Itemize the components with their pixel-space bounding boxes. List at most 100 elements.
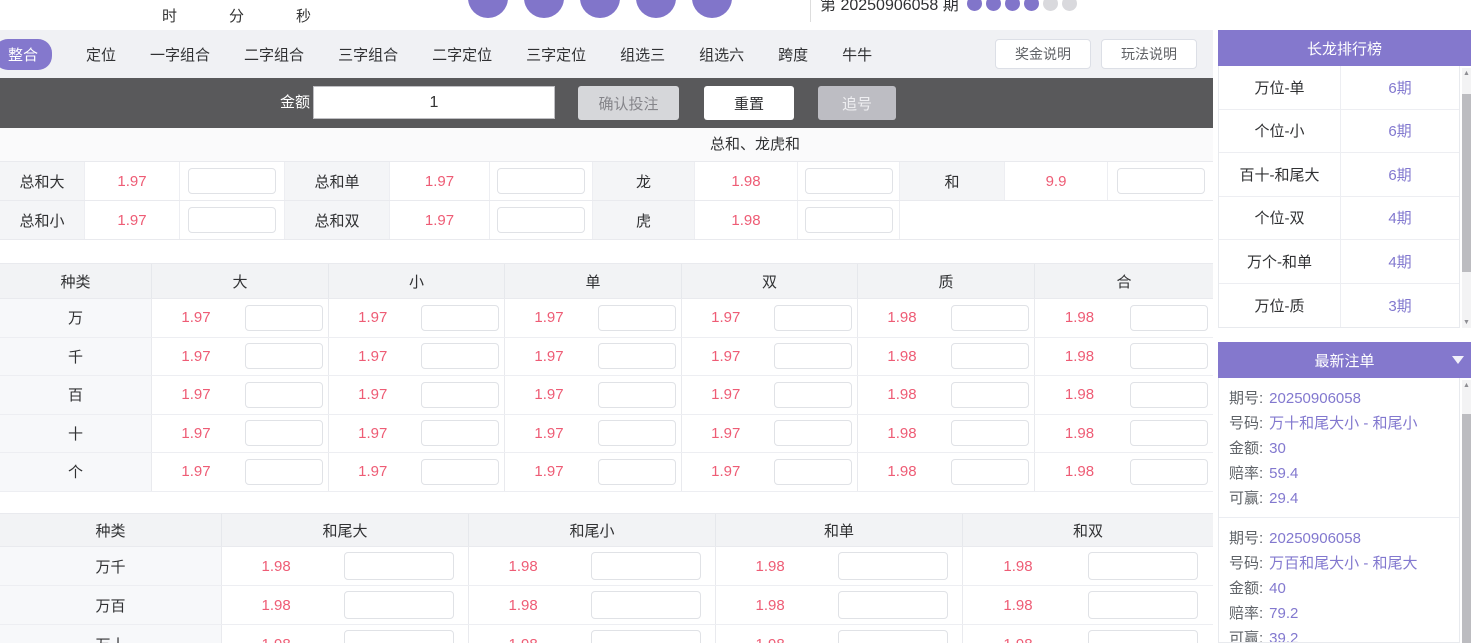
bet-amount-input[interactable] — [245, 381, 323, 408]
bet-amount-input[interactable] — [497, 168, 585, 194]
bet-amount-input[interactable] — [1129, 420, 1208, 447]
scroll-up-icon[interactable]: ▲ — [1462, 69, 1471, 78]
bet-amount-input[interactable] — [245, 420, 323, 447]
bet-amount-input[interactable] — [1116, 168, 1205, 194]
order-amount-label: 金额: — [1229, 440, 1264, 457]
bet-amount-input[interactable] — [497, 207, 585, 233]
play-tab[interactable]: 组选三 — [620, 44, 665, 65]
reset-button[interactable]: 重置 — [704, 86, 794, 120]
streak-type: 万个-和单 — [1219, 240, 1341, 283]
bet-amount-input[interactable] — [1088, 591, 1198, 619]
row-label: 千 — [0, 337, 152, 375]
bet-amount-input[interactable] — [838, 552, 949, 580]
bet-amount-input[interactable] — [188, 207, 276, 233]
odds-bet-cell: 1.98 — [222, 547, 469, 585]
bet-amount-input[interactable] — [838, 591, 949, 619]
collapse-triangle-icon[interactable] — [1452, 356, 1464, 364]
play-tab[interactable]: 牛牛 — [842, 44, 872, 65]
bet-amount-input[interactable] — [591, 552, 702, 580]
bet-amount-input[interactable] — [421, 420, 500, 447]
odds-value: 1.98 — [1064, 386, 1095, 404]
bet-amount-input[interactable] — [344, 591, 455, 619]
prize-help-button[interactable]: 奖金说明 — [995, 39, 1091, 69]
play-tab[interactable]: 组选六 — [699, 44, 744, 65]
dragon-rank-row: 万位-质 3期 — [1219, 283, 1459, 327]
bet-amount-input[interactable] — [951, 458, 1029, 485]
bet-amount-input[interactable] — [598, 458, 676, 485]
play-tab[interactable]: 三字组合 — [338, 44, 398, 65]
odds-value: 1.97 — [390, 201, 490, 239]
play-tab[interactable]: 定位 — [86, 44, 116, 65]
bet-amount-input[interactable] — [1129, 381, 1208, 408]
bet-amount-input[interactable] — [774, 420, 853, 447]
bet-amount-input[interactable] — [245, 343, 323, 370]
odds-bet-cell: 1.98 — [469, 547, 716, 585]
bet-amount-input[interactable] — [421, 304, 500, 331]
play-tab[interactable]: 一字组合 — [150, 44, 210, 65]
bet-amount-input[interactable] — [774, 381, 853, 408]
bet-amount-input[interactable] — [774, 343, 853, 370]
bet-amount-input[interactable] — [804, 207, 893, 233]
amount-input[interactable] — [313, 86, 555, 119]
dragon-scrollbar[interactable]: ▲ ▼ — [1462, 68, 1471, 328]
bet-input-cell — [490, 201, 593, 239]
bet-input-wrap — [770, 304, 858, 331]
bet-amount-input[interactable] — [421, 458, 500, 485]
play-tab[interactable]: 二字组合 — [244, 44, 304, 65]
bet-amount-input[interactable] — [951, 420, 1029, 447]
bet-amount-input[interactable] — [188, 168, 276, 194]
bet-amount-input[interactable] — [1088, 630, 1198, 643]
odds-value: 1.97 — [181, 309, 211, 327]
bet-amount-input[interactable] — [1088, 552, 1198, 580]
bet-amount-input[interactable] — [774, 458, 853, 485]
bet-input-wrap — [824, 630, 962, 643]
bet-amount-input[interactable] — [951, 381, 1029, 408]
play-tab[interactable]: 二字定位 — [432, 44, 492, 65]
scrollbar-thumb[interactable] — [1462, 414, 1471, 643]
bet-amount-input[interactable] — [591, 630, 702, 643]
orders-scrollbar[interactable]: ▲ — [1462, 380, 1471, 643]
bet-amount-input[interactable] — [421, 343, 500, 370]
bet-amount-input[interactable] — [598, 420, 676, 447]
play-tab[interactable]: 三字定位 — [526, 44, 586, 65]
bet-amount-input[interactable] — [1129, 304, 1208, 331]
bet-amount-input[interactable] — [1129, 458, 1208, 485]
odds-value: 1.98 — [508, 557, 538, 575]
bet-amount-input[interactable] — [344, 630, 455, 643]
bet-amount-input[interactable] — [245, 304, 323, 331]
latest-orders-header: 最新注单 — [1218, 342, 1471, 378]
scroll-up-icon[interactable]: ▲ — [1462, 381, 1471, 390]
dragon-rank-row: 万位-单 6期 — [1219, 66, 1459, 110]
order-number-line: 号码: 万十和尾大小 - 和尾小 — [1229, 411, 1449, 436]
bet-amount-input[interactable] — [598, 381, 676, 408]
bet-amount-input[interactable] — [591, 591, 702, 619]
confirm-bet-button[interactable]: 确认投注 — [578, 86, 679, 120]
odds-value: 1.98 — [887, 309, 917, 327]
order-amount-line: 金额: 40 — [1229, 576, 1449, 601]
odds-value: 1.97 — [181, 463, 211, 481]
odds-bet-cell: 1.97 — [505, 337, 682, 375]
play-tab[interactable]: 跨度 — [778, 44, 808, 65]
rules-help-button[interactable]: 玩法说明 — [1101, 39, 1197, 69]
odds-bet-cell: 1.98 — [469, 586, 716, 624]
chase-number-button[interactable]: 追号 — [818, 86, 896, 120]
bet-amount-input[interactable] — [598, 343, 676, 370]
bet-amount-input[interactable] — [838, 630, 949, 643]
bet-input-wrap — [417, 420, 505, 447]
bet-amount-input[interactable] — [245, 458, 323, 485]
bet-amount-input[interactable] — [421, 381, 500, 408]
bet-amount-input[interactable] — [951, 343, 1029, 370]
bet-amount-input[interactable] — [344, 552, 455, 580]
scrollbar-thumb[interactable] — [1462, 94, 1471, 272]
bet-amount-input[interactable] — [774, 304, 853, 331]
divider — [810, 0, 811, 22]
odds-value: 1.97 — [358, 386, 388, 404]
odds-value: 1.98 — [887, 424, 917, 442]
play-tab[interactable]: 整合 — [0, 38, 53, 70]
bet-amount-input[interactable] — [1129, 343, 1208, 370]
scroll-down-icon[interactable]: ▼ — [1462, 318, 1471, 327]
bet-amount-input[interactable] — [804, 168, 893, 194]
bet-amount-input[interactable] — [951, 304, 1029, 331]
bet-amount-input[interactable] — [598, 304, 676, 331]
odds-bet-cell: 1.97 — [152, 299, 329, 337]
